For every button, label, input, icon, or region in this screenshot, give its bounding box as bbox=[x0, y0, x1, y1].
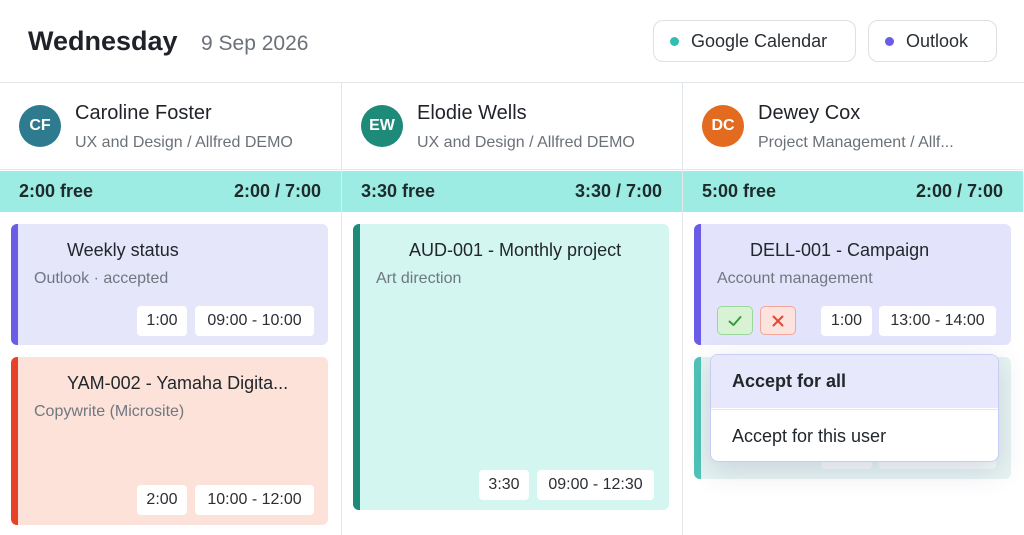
event-time-range: 09:00 - 10:00 bbox=[195, 306, 314, 336]
free-time-label: 5:00 free bbox=[702, 181, 777, 201]
google-calendar-button[interactable]: Google Calendar bbox=[653, 20, 856, 62]
event-color-bar bbox=[694, 357, 701, 479]
event-subtitle: Art direction bbox=[376, 270, 462, 287]
accept-for-all-option[interactable]: Accept for all bbox=[711, 355, 998, 408]
user-name[interactable]: Elodie Wells bbox=[417, 102, 527, 125]
user-team: Project Management / Allf... bbox=[758, 134, 954, 151]
outlook-button[interactable]: Outlook bbox=[868, 20, 997, 62]
free-time-label: 2:00 free bbox=[19, 181, 94, 201]
user-name[interactable]: Dewey Cox bbox=[758, 102, 860, 125]
user-header: DC Dewey Cox Project Management / Allf..… bbox=[683, 83, 1023, 170]
day-title: Wednesday bbox=[28, 26, 178, 56]
event-card[interactable]: Weekly status Outlook · accepted 1:00 09… bbox=[11, 224, 328, 345]
capacity-ratio: 3:30 / 7:00 bbox=[574, 181, 662, 201]
free-time-bar: 3:30 free 3:30 / 7:00 bbox=[342, 171, 682, 212]
user-team: UX and Design / Allfred DEMO bbox=[75, 134, 293, 151]
event-subtitle: Account management bbox=[717, 270, 873, 287]
event-color-bar bbox=[11, 224, 18, 345]
event-duration: 1:00 bbox=[821, 306, 872, 336]
event-color-bar bbox=[11, 357, 18, 525]
event-card[interactable]: YAM-002 - Yamaha Digita... Copywrite (Mi… bbox=[11, 357, 328, 525]
accept-button[interactable] bbox=[717, 306, 753, 335]
user-column-caroline-foster: CF Caroline Foster UX and Design / Allfr… bbox=[0, 83, 341, 535]
user-column-dewey-cox: DC Dewey Cox Project Management / Allf..… bbox=[682, 83, 1023, 535]
free-time-bar: 5:00 free 2:00 / 7:00 bbox=[683, 171, 1023, 212]
event-subtitle: Outlook · accepted bbox=[34, 270, 169, 287]
user-team: UX and Design / Allfred DEMO bbox=[417, 134, 635, 151]
check-icon bbox=[728, 315, 742, 326]
event-time-range: 13:00 - 14:00 bbox=[879, 306, 996, 336]
avatar[interactable]: EW bbox=[361, 105, 403, 147]
event-duration: 1:00 bbox=[137, 306, 187, 336]
event-duration: 2:00 bbox=[137, 485, 187, 515]
event-time-range: 09:00 - 12:30 bbox=[537, 470, 654, 500]
event-color-bar bbox=[694, 224, 701, 345]
event-title: YAM-002 - Yamaha Digita... bbox=[67, 373, 289, 393]
event-title: DELL-001 - Campaign bbox=[750, 240, 930, 260]
user-name[interactable]: Caroline Foster bbox=[75, 102, 212, 125]
user-header: EW Elodie Wells UX and Design / Allfred … bbox=[342, 83, 682, 170]
event-duration: 3:30 bbox=[479, 470, 529, 500]
avatar[interactable]: DC bbox=[702, 105, 744, 147]
event-title: AUD-001 - Monthly project bbox=[409, 240, 622, 260]
top-bar: Wednesday 9 Sep 2026 Google Calendar Out… bbox=[0, 0, 1024, 83]
event-card[interactable]: AUD-001 - Monthly project Art direction … bbox=[353, 224, 669, 510]
google-calendar-dot-icon bbox=[670, 36, 679, 46]
capacity-ratio: 2:00 / 7:00 bbox=[915, 181, 1003, 201]
x-icon bbox=[772, 315, 784, 326]
free-time-bar: 2:00 free 2:00 / 7:00 bbox=[0, 171, 341, 212]
user-column-elodie-wells: EW Elodie Wells UX and Design / Allfred … bbox=[341, 83, 682, 535]
avatar[interactable]: CF bbox=[19, 105, 61, 147]
accept-for-this-user-option[interactable]: Accept for this user bbox=[711, 409, 998, 461]
event-time-range: 10:00 - 12:00 bbox=[195, 485, 314, 515]
accept-options-menu: Accept for all Accept for this user bbox=[710, 354, 999, 462]
user-header: CF Caroline Foster UX and Design / Allfr… bbox=[0, 83, 341, 170]
date-label: 9 Sep 2026 bbox=[201, 32, 309, 55]
free-time-label: 3:30 free bbox=[361, 181, 436, 201]
google-calendar-label: Google Calendar bbox=[691, 30, 828, 51]
outlook-label: Outlook bbox=[906, 30, 969, 51]
capacity-ratio: 2:00 / 7:00 bbox=[233, 181, 321, 201]
outlook-dot-icon bbox=[885, 36, 894, 46]
event-subtitle: Copywrite (Microsite) bbox=[34, 403, 185, 420]
event-title: Weekly status bbox=[67, 240, 179, 260]
decline-button[interactable] bbox=[760, 306, 796, 335]
event-card[interactable]: DELL-001 - Campaign Account management 1… bbox=[694, 224, 1011, 345]
event-color-bar bbox=[353, 224, 360, 510]
